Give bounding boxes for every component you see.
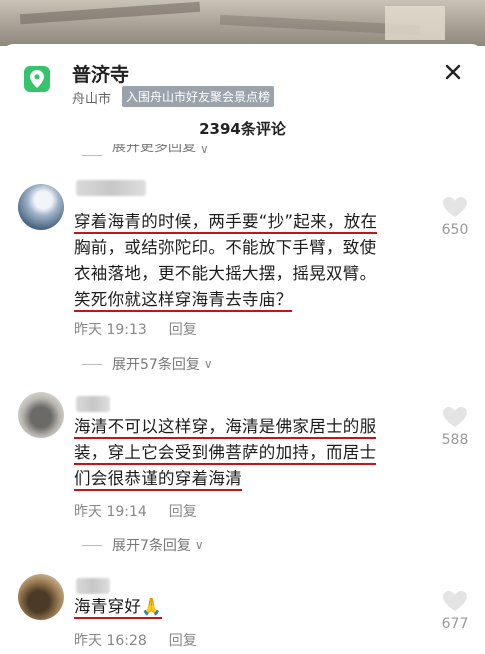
username-blurred[interactable] [76, 396, 110, 412]
chevron-down-icon: ∨ [200, 144, 209, 156]
heart-icon [443, 591, 467, 611]
like-count: 650 [441, 222, 469, 238]
comment-time: 昨天 19:13 [74, 322, 147, 338]
like-button[interactable]: 677 [439, 590, 471, 632]
expand-label: 展开57条回复 [112, 357, 200, 373]
avatar[interactable] [18, 184, 64, 230]
like-count: 677 [441, 616, 469, 632]
chevron-down-icon: ∨ [203, 357, 213, 371]
comment-meta: 昨天 16:28 回复 [74, 630, 197, 650]
avatar[interactable] [18, 574, 64, 620]
rank-badge[interactable]: 入围舟山市好友聚会景点榜 [122, 86, 275, 107]
expand-replies[interactable]: 展开7条回复 ∨ [82, 535, 204, 555]
like-count: 588 [441, 432, 469, 448]
comment-text: 海青穿好🙏 [74, 594, 424, 620]
comment-time: 昨天 19:14 [74, 504, 147, 520]
like-button[interactable]: 588 [439, 406, 471, 448]
avatar[interactable] [18, 392, 64, 438]
location-pin-icon [24, 66, 50, 92]
like-button[interactable]: 650 [439, 196, 471, 238]
comment-meta: 昨天 19:14 回复 [74, 501, 197, 521]
username-blurred[interactable] [76, 180, 146, 196]
comment-text: 穿着海青的时候，两手要“抄”起来，放在 胸前，或结弥陀印。不能放下手臂，致使 衣… [74, 209, 424, 313]
close-button[interactable] [439, 58, 467, 86]
comment-text: 海清不可以这样穿，海清是佛家居士的服 装，穿上它会受到佛菩萨的加持，而居士 们会… [74, 414, 424, 492]
expand-more-replies[interactable]: 展开更多回复 ∨ [82, 144, 209, 156]
city-label: 舟山市 [72, 92, 112, 107]
expand-replies[interactable]: 展开57条回复 ∨ [82, 354, 213, 374]
comments-sheet: 普济寺 舟山市 入围舟山市好友聚会景点榜 2394条评论 展开更多回复 ∨ 穿着… [0, 44, 485, 654]
close-icon [445, 64, 461, 80]
expand-label: 展开更多回复 [112, 144, 196, 155]
comment-time: 昨天 16:28 [74, 633, 147, 649]
comment-meta: 昨天 19:13 回复 [74, 319, 197, 339]
comment-count: 2394条评论 [199, 120, 286, 138]
username-blurred[interactable] [76, 578, 110, 594]
place-title[interactable]: 普济寺 [72, 60, 129, 87]
reply-button[interactable]: 回复 [169, 319, 197, 339]
reply-button[interactable]: 回复 [169, 501, 197, 521]
heart-icon [443, 197, 467, 217]
expand-label: 展开7条回复 [112, 538, 191, 554]
reply-button[interactable]: 回复 [169, 630, 197, 650]
background-photo [0, 0, 485, 46]
sheet-header: 普济寺 舟山市 入围舟山市好友聚会景点榜 2394条评论 [0, 44, 485, 160]
chevron-down-icon: ∨ [194, 538, 204, 552]
heart-icon [443, 407, 467, 427]
